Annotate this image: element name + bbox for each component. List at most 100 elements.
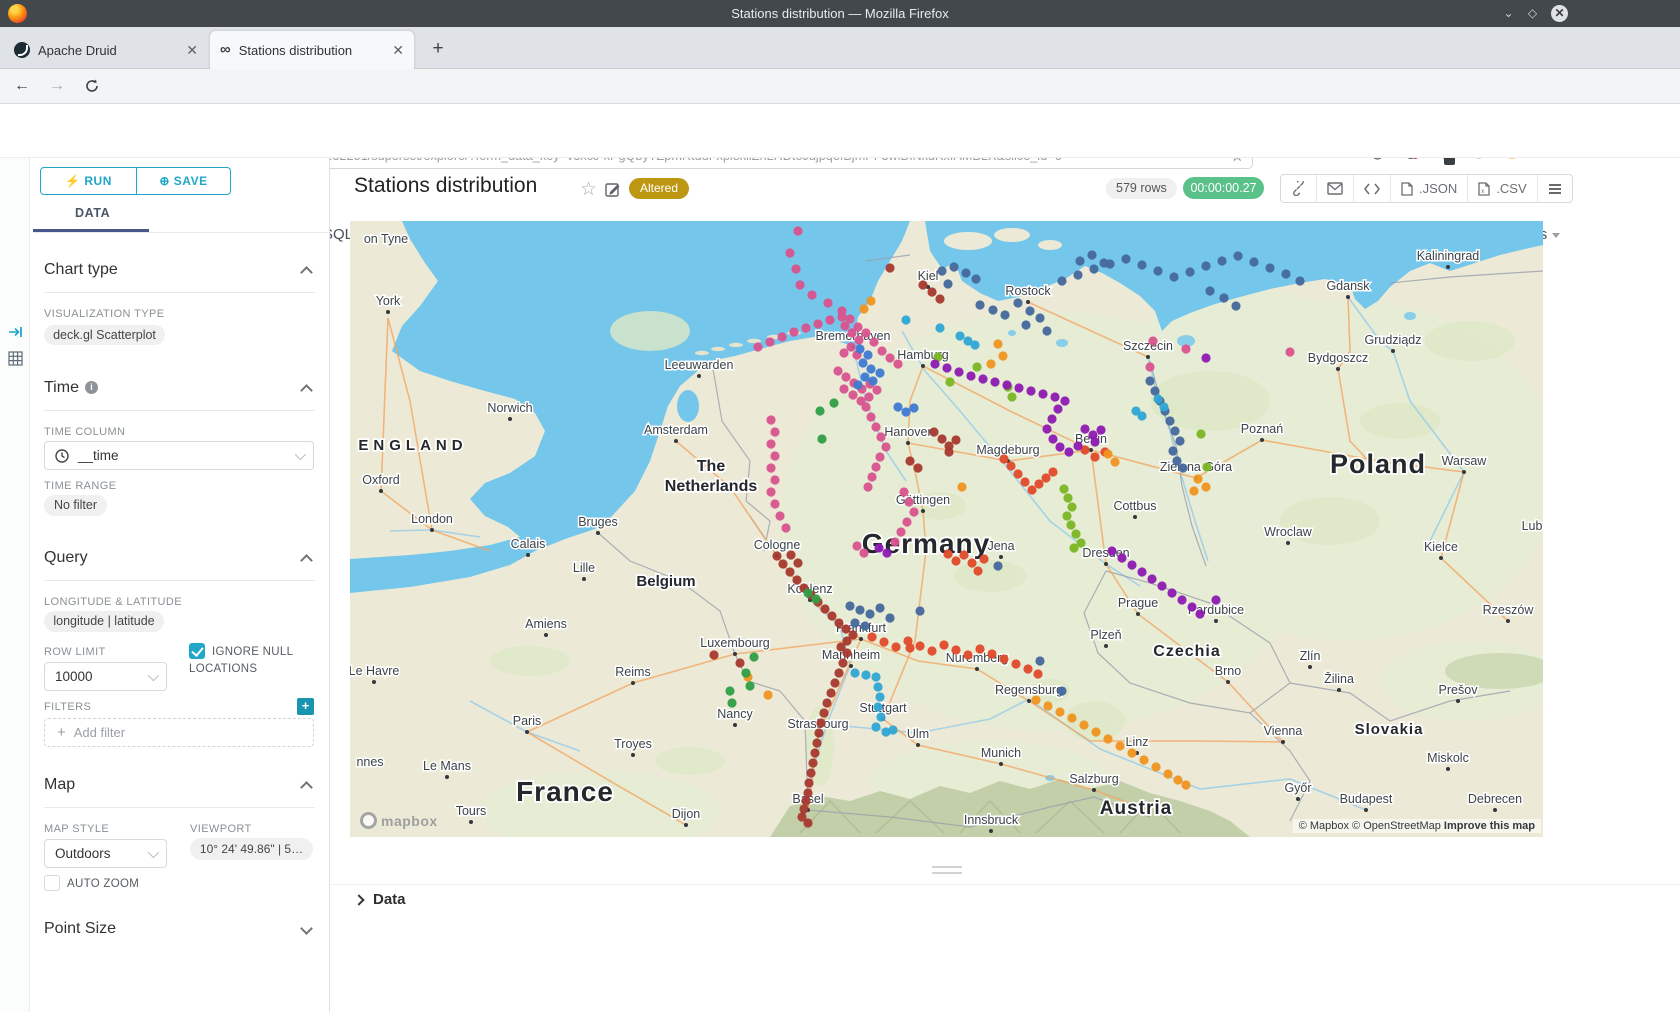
tab-close-icon[interactable]: ✕ <box>176 42 198 59</box>
chevron-down-icon <box>1552 233 1560 238</box>
chart-menu-button[interactable] <box>1538 175 1572 202</box>
svg-text:x: x <box>1481 189 1484 195</box>
data-section-toggle[interactable]: Data <box>355 891 406 908</box>
map-style-select[interactable]: Outdoors <box>44 839 167 868</box>
firefox-icon <box>8 4 27 23</box>
improve-map-link[interactable]: Improve this map <box>1444 820 1535 832</box>
svg-text:Miskolc: Miskolc <box>1427 751 1469 765</box>
edit-properties-icon[interactable] <box>605 181 621 202</box>
add-filter-input[interactable]: + Add filter <box>44 718 314 747</box>
viewport-value[interactable]: 10° 24' 49.86" | 5… <box>190 838 313 860</box>
svg-text:Innsbruck: Innsbruck <box>964 813 1019 827</box>
new-tab-button[interactable]: + <box>425 37 451 63</box>
svg-text:The: The <box>697 458 726 475</box>
divider <box>44 292 315 293</box>
panel-resize-handle[interactable] <box>932 866 962 874</box>
svg-text:Warsaw: Warsaw <box>1442 454 1488 468</box>
chevron-down-icon <box>148 669 159 680</box>
svg-text:Kiel: Kiel <box>918 269 939 283</box>
svg-text:Grudziądz: Grudziądz <box>1365 333 1422 347</box>
run-button[interactable]: ⚡ RUN <box>40 167 137 195</box>
svg-text:Cologne: Cologne <box>754 538 801 552</box>
svg-text:Lub: Lub <box>1522 519 1543 533</box>
svg-text:Amiens: Amiens <box>525 617 567 631</box>
svg-text:Luxembourg: Luxembourg <box>700 636 770 650</box>
svg-text:Magdeburg: Magdeburg <box>976 443 1039 457</box>
svg-text:Žilina: Žilina <box>1324 671 1354 686</box>
embed-code-button[interactable] <box>1354 175 1391 202</box>
row-count-badge: 579 rows <box>1106 178 1177 199</box>
mapbox-logo[interactable]: mapbox <box>360 812 438 829</box>
copy-link-button[interactable] <box>1281 175 1317 202</box>
window-close-button[interactable]: ✕ <box>1551 5 1568 22</box>
reload-button[interactable] <box>80 74 104 101</box>
section-map[interactable]: Map <box>44 776 75 794</box>
svg-text:Austria: Austria <box>1100 798 1172 819</box>
auto-zoom-label: AUTO ZOOM <box>67 878 139 890</box>
row-limit-select[interactable]: 10000 <box>44 662 167 691</box>
forward-button[interactable]: → <box>45 74 69 98</box>
lonlat-value[interactable]: longitude | latitude <box>44 611 164 632</box>
back-button[interactable]: ← <box>10 74 34 98</box>
filters-label: FILTERS <box>44 701 91 713</box>
tab-close-icon[interactable]: ✕ <box>382 42 404 59</box>
svg-text:Salzburg: Salzburg <box>1069 772 1118 786</box>
section-query[interactable]: Query <box>44 549 88 567</box>
svg-text:Rostock: Rostock <box>1005 284 1051 298</box>
tab-strip: Apache Druid ✕ ∞ Stations distribution ✕… <box>0 27 1680 69</box>
save-button[interactable]: ⊕ SAVE <box>136 167 231 195</box>
email-button[interactable] <box>1317 175 1354 202</box>
dataset-grid-icon[interactable] <box>8 351 23 371</box>
clock-icon <box>55 449 69 463</box>
svg-text:Ulm: Ulm <box>907 727 929 741</box>
svg-text:Szczecin: Szczecin <box>1123 339 1173 353</box>
svg-text:Zielona Góra: Zielona Góra <box>1160 460 1232 474</box>
divider <box>44 580 315 581</box>
download-csv-button[interactable]: x .CSV <box>1468 175 1537 202</box>
download-json-button[interactable]: .JSON <box>1391 175 1468 202</box>
svg-text:Jena: Jena <box>987 539 1014 553</box>
ignore-null-label-1: IGNORE NULL <box>212 646 293 658</box>
map-style-value: Outdoors <box>55 846 111 861</box>
ignore-null-label-2: LOCATIONS <box>189 663 257 675</box>
svg-text:Calais: Calais <box>511 537 546 551</box>
altered-badge[interactable]: Altered <box>629 178 689 199</box>
svg-text:France: France <box>516 776 614 807</box>
window-maximize-button[interactable]: ◇ <box>1524 5 1541 22</box>
tab-stations-distribution[interactable]: ∞ Stations distribution ✕ <box>210 31 414 69</box>
window-minimize-button[interactable]: ⌄ <box>1500 5 1517 22</box>
time-range-value[interactable]: No filter <box>44 495 107 516</box>
collapse-panel-icon[interactable] <box>8 325 23 344</box>
time-column-select[interactable]: __time <box>44 441 314 470</box>
svg-text:London: London <box>411 512 453 526</box>
svg-text:Bruges: Bruges <box>578 515 618 529</box>
tab-data[interactable]: DATA <box>75 206 110 220</box>
add-filter-plus-button[interactable]: + <box>297 698 314 715</box>
svg-text:Plzeň: Plzeň <box>1090 628 1121 642</box>
svg-text:Reims: Reims <box>615 665 650 679</box>
chevron-down-icon <box>295 448 306 459</box>
svg-text:Prague: Prague <box>1118 596 1158 610</box>
divider <box>44 410 315 411</box>
window-title: Stations distribution — Mozilla Firefox <box>0 0 1680 27</box>
section-time[interactable]: Timei <box>44 379 98 397</box>
viz-type-value[interactable]: deck.gl Scatterplot <box>44 325 165 345</box>
section-point-size[interactable]: Point Size <box>44 920 116 938</box>
browser-toolbar: ← → 172.18.0.4:32251/superset/explore/?f… <box>0 69 1680 104</box>
svg-text:Oxford: Oxford <box>362 473 400 487</box>
auto-zoom-checkbox[interactable] <box>44 875 60 891</box>
ignore-null-checkbox[interactable] <box>189 643 205 659</box>
superset-favicon: ∞ <box>220 42 231 58</box>
favorite-star-icon[interactable]: ☆ <box>580 178 597 201</box>
tab-apache-druid[interactable]: Apache Druid ✕ <box>4 31 208 69</box>
svg-text:Troyes: Troyes <box>614 737 652 751</box>
svg-text:Paris: Paris <box>513 714 541 728</box>
data-results-section <box>330 884 1680 1012</box>
query-timer-badge: 00:00:00.27 <box>1183 177 1264 199</box>
svg-text:Poland: Poland <box>1330 449 1426 479</box>
section-chart-type[interactable]: Chart type <box>44 261 118 279</box>
time-column-label: TIME COLUMN <box>44 426 125 438</box>
svg-text:Győr: Győr <box>1284 781 1311 795</box>
row-limit-value: 10000 <box>55 669 93 684</box>
deckgl-scatterplot-map[interactable]: YorkNorwichOxfordLondonCalaisBrugesLille… <box>350 221 1543 837</box>
